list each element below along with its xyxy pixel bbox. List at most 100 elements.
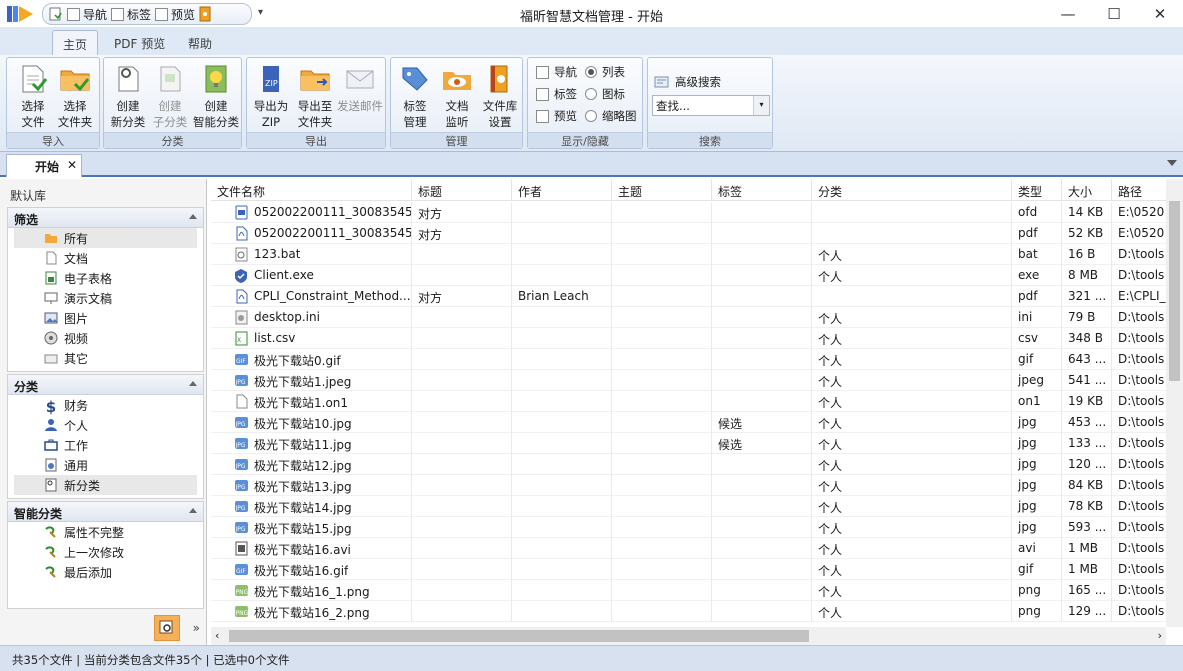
col-filename-header[interactable]: 文件名称: [211, 179, 412, 201]
col-tag-header[interactable]: 标签: [712, 179, 812, 201]
col-type-header[interactable]: 类型: [1012, 179, 1062, 201]
table-row[interactable]: desktop.ini 个人 ini 79 B D:\tools: [211, 307, 1183, 328]
panel-search-button[interactable]: [154, 615, 180, 641]
table-row[interactable]: 极光下载站16.avi 个人 avi 1 MB D:\tools: [211, 538, 1183, 559]
tab-home[interactable]: 主页: [52, 30, 99, 55]
filter-item-images[interactable]: 图片: [14, 308, 197, 328]
table-row[interactable]: JPG 极光下载站14.jpg 个人 jpg 78 KB D:\tools: [211, 496, 1183, 517]
maximize-button[interactable]: ☐: [1091, 0, 1137, 28]
doc-monitor-button[interactable]: 文档 监听: [435, 62, 479, 132]
minimize-button[interactable]: —: [1045, 0, 1091, 28]
vertical-scroll-thumb[interactable]: [1169, 201, 1180, 381]
table-row[interactable]: CPLI_Constraint_Method.... 对方 Brian Leach p…: [211, 286, 1183, 307]
smart-item-recently-added[interactable]: 最后添加: [14, 562, 197, 582]
tab-close-icon[interactable]: ✕: [67, 158, 77, 172]
preview-checkbox-row[interactable]: 预览: [536, 108, 577, 124]
category-item-new[interactable]: 新分类: [14, 475, 197, 495]
table-row[interactable]: JPG 极光下载站13.jpg 个人 jpg 84 KB D:\tools: [211, 475, 1183, 496]
tab-help[interactable]: 帮助: [178, 30, 222, 55]
thumb-radio[interactable]: [585, 110, 597, 122]
icon-radio[interactable]: [585, 88, 597, 100]
vertical-scrollbar[interactable]: [1166, 179, 1183, 627]
category-item-personal[interactable]: 个人: [14, 415, 197, 435]
table-row[interactable]: PNG 极光下载站16_2.png 个人 png 129 ... D:\tools: [211, 601, 1183, 622]
col-tag-cell: [712, 580, 812, 601]
advanced-search-button[interactable]: 高级搜索: [654, 74, 721, 90]
filter-item-all[interactable]: 所有: [14, 228, 197, 248]
smart-category-header[interactable]: 智能分类: [8, 502, 203, 522]
horizontal-scroll-thumb[interactable]: [229, 630, 809, 642]
table-row[interactable]: Xlist.csv 个人 csv 348 B D:\tools: [211, 328, 1183, 349]
horizontal-scrollbar[interactable]: ‹ ›: [211, 627, 1166, 645]
export-folder-button[interactable]: 导出至 文件夹: [293, 62, 337, 132]
send-email-button[interactable]: 发送邮件: [337, 62, 383, 132]
tag-checkbox-row[interactable]: 标签: [536, 86, 577, 102]
close-button[interactable]: ✕: [1137, 0, 1183, 28]
filter-item-other[interactable]: 其它: [14, 348, 197, 368]
col-title-header[interactable]: 标题: [412, 179, 512, 201]
nav-checkbox-row[interactable]: 导航: [536, 64, 577, 80]
collapse-arrow-icon[interactable]: [189, 381, 197, 386]
filter-item-documents[interactable]: 文档: [14, 248, 197, 268]
create-category-button[interactable]: 创建 新分类: [106, 62, 150, 132]
tab-pdf-preview[interactable]: PDF 预览: [104, 30, 175, 55]
tag-checkbox[interactable]: [536, 87, 549, 101]
table-row[interactable]: GIF 极光下载站16.gif 个人 gif 1 MB D:\tools: [211, 559, 1183, 580]
select-folder-button[interactable]: 选择 文件夹: [53, 62, 97, 132]
filter-item-videos[interactable]: 视频: [14, 328, 197, 348]
table-row[interactable]: GIF 极光下载站0.gif 个人 gif 643 ... D:\tools: [211, 349, 1183, 370]
table-row[interactable]: 123.bat 个人 bat 16 B D:\tools: [211, 244, 1183, 265]
col-category-cell: 个人: [812, 307, 1012, 328]
table-row[interactable]: JPG 极光下载站1.jpeg 个人 jpeg 541 ... D:\tools: [211, 370, 1183, 391]
col-path-cell: D:\tools: [1112, 370, 1172, 391]
table-row[interactable]: JPG 极光下载站15.jpg 个人 jpg 593 ... D:\tools: [211, 517, 1183, 538]
create-subcategory-button[interactable]: 创建 子分类: [148, 62, 192, 132]
create-smart-category-button[interactable]: 创建 智能分类: [192, 62, 240, 132]
col-path-header[interactable]: 路径: [1112, 179, 1172, 201]
preview-checkbox[interactable]: [536, 109, 549, 123]
library-settings-button[interactable]: 文件库 设置: [478, 62, 522, 132]
scroll-left-icon[interactable]: ‹: [215, 629, 219, 642]
nav-checkbox[interactable]: [536, 65, 549, 79]
col-tag-cell: [712, 223, 812, 244]
search-input[interactable]: 查找... ▾: [652, 95, 770, 116]
export-zip-button[interactable]: ZIP 导出为 ZIP: [249, 62, 293, 132]
tab-list-dropdown-icon[interactable]: [1167, 160, 1177, 166]
category-header[interactable]: 分类: [8, 375, 203, 395]
col-path-cell: D:\tools: [1112, 307, 1172, 328]
col-size-header[interactable]: 大小: [1062, 179, 1112, 201]
table-row[interactable]: JPG 极光下载站12.jpg 个人 jpg 120 ... D:\tools: [211, 454, 1183, 475]
smart-item-incomplete[interactable]: 属性不完整: [14, 522, 197, 542]
icon-radio-label: 图标: [602, 87, 625, 101]
table-row[interactable]: 052002200111_30083545... 对方 ofd 14 KB E:\052…: [211, 202, 1183, 223]
select-file-button[interactable]: 选择 文件: [11, 62, 55, 132]
table-row[interactable]: JPG 极光下载站10.jpg 候选 个人 jpg 453 ... D:\tools: [211, 412, 1183, 433]
filter-item-presentations[interactable]: 演示文稿: [14, 288, 197, 308]
collapse-arrow-icon[interactable]: [189, 508, 197, 513]
col-author-header[interactable]: 作者: [512, 179, 612, 201]
table-row[interactable]: JPG 极光下载站11.jpg 候选 个人 jpg 133 ... D:\tools: [211, 433, 1183, 454]
search-dropdown-button[interactable]: ▾: [753, 96, 769, 115]
table-row[interactable]: PNG 极光下载站16_1.png 个人 png 165 ... D:\tools: [211, 580, 1183, 601]
category-item-finance[interactable]: $ 财务: [14, 395, 197, 416]
collapse-arrow-icon[interactable]: [189, 214, 197, 219]
expand-panel-icon[interactable]: »: [193, 621, 200, 635]
scroll-right-icon[interactable]: ›: [1158, 629, 1162, 642]
category-item-work[interactable]: 工作: [14, 435, 197, 455]
smart-item-last-modified[interactable]: 上一次修改: [14, 542, 197, 562]
col-category-header[interactable]: 分类: [812, 179, 1012, 201]
view-thumb-radio[interactable]: 缩略图: [585, 108, 637, 124]
tab-start[interactable]: 开始 ✕: [6, 154, 82, 177]
tag-manage-button[interactable]: 标签 管理: [393, 62, 437, 132]
view-list-radio[interactable]: 列表: [585, 64, 625, 80]
table-row[interactable]: 极光下载站1.on1 个人 on1 19 KB D:\tools: [211, 391, 1183, 412]
view-icon-radio[interactable]: 图标: [585, 86, 625, 102]
table-row[interactable]: 052002200111_30083545... 对方 pdf 52 KB E:\052…: [211, 223, 1183, 244]
list-radio[interactable]: [585, 66, 597, 78]
col-subject-header[interactable]: 主题: [612, 179, 712, 201]
filter-header[interactable]: 筛选: [8, 208, 203, 228]
category-item-general[interactable]: 通用: [14, 455, 197, 475]
table-row[interactable]: Client.exe 个人 exe 8 MB D:\tools: [211, 265, 1183, 286]
col-author-cell: [512, 454, 612, 475]
filter-item-spreadsheets[interactable]: 电子表格: [14, 268, 197, 288]
